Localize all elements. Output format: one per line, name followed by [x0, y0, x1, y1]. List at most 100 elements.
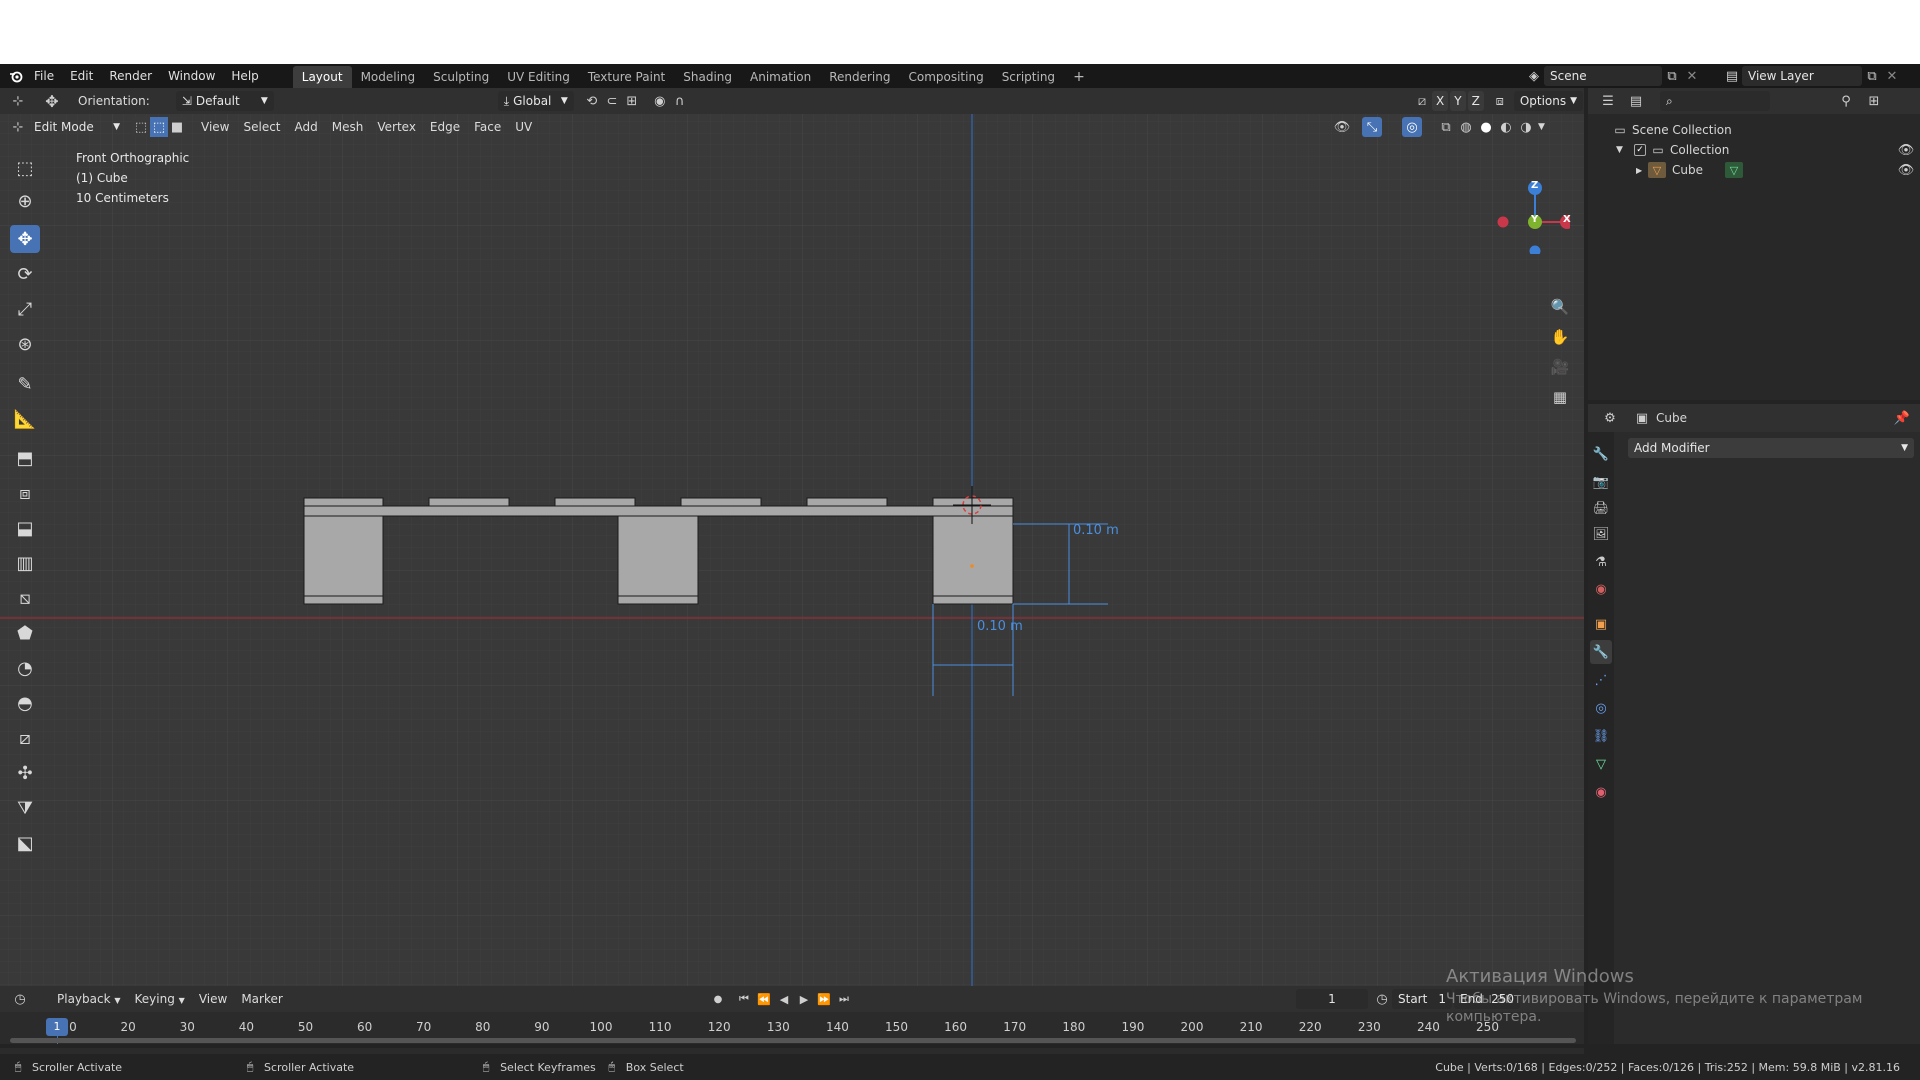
jump-end-icon[interactable]: ⏭ — [834, 989, 854, 1009]
visibility-icon[interactable]: 👁 — [1332, 117, 1352, 137]
menu-render[interactable]: Render — [101, 66, 160, 86]
camera-view-icon[interactable]: 🎥 — [1550, 357, 1570, 377]
smooth-tool-icon[interactable]: ◓ — [10, 689, 40, 717]
jump-start-icon[interactable]: ⏮ — [734, 989, 754, 1009]
outliner-row-cube[interactable]: ▶ ▽ Cube ▽ 👁 — [1636, 160, 1916, 180]
add-modifier-dropdown[interactable]: Add Modifier ▼ — [1628, 438, 1914, 458]
bevel-tool-icon[interactable]: ⬓ — [10, 514, 40, 542]
menu-edge[interactable]: Edge — [423, 117, 467, 137]
falloff-icon[interactable]: ∩ — [670, 91, 690, 111]
outliner-row-scene-collection[interactable]: ▭ Scene Collection — [1612, 120, 1731, 140]
timeline-scrollbar[interactable] — [10, 1038, 1576, 1043]
start-frame-field[interactable]: Start 1 — [1392, 989, 1452, 1009]
measure-tool-icon[interactable]: 📐 — [10, 405, 40, 433]
menu-marker[interactable]: Marker — [234, 989, 289, 1009]
menu-help[interactable]: Help — [223, 66, 266, 86]
tab-sculpting[interactable]: Sculpting — [424, 66, 498, 88]
eye-icon[interactable]: 👁 — [1896, 160, 1916, 180]
move-tool-icon[interactable]: ✥ — [42, 91, 62, 111]
solid-shading-icon[interactable]: ● — [1476, 117, 1496, 137]
tab-compositing[interactable]: Compositing — [899, 66, 992, 88]
tab-uv-editing[interactable]: UV Editing — [498, 66, 579, 88]
select-box-tool-icon[interactable]: ⬚ — [10, 154, 40, 182]
gizmo-neg-z-axis[interactable] — [1529, 245, 1541, 255]
auto-merge-icon[interactable]: ⧈ — [1490, 91, 1510, 111]
menu-window[interactable]: Window — [160, 66, 223, 86]
filter-icon[interactable]: ⚲ — [1836, 91, 1856, 111]
menu-mesh[interactable]: Mesh — [325, 117, 371, 137]
viewport-editor-type-icon[interactable]: ⊹ — [8, 117, 28, 137]
next-keyframe-icon[interactable]: ⏩ — [814, 989, 834, 1009]
face-select-icon[interactable]: ■ — [168, 117, 186, 137]
end-frame-field[interactable]: End 250 — [1454, 989, 1520, 1009]
pin-icon[interactable]: 📌 — [1892, 408, 1912, 428]
new-collection-icon[interactable]: ⊞ — [1864, 91, 1884, 111]
vertex-select-icon[interactable]: ⬚ — [132, 117, 150, 137]
material-shading-icon[interactable]: ◐ — [1496, 117, 1516, 137]
axis-x-toggle[interactable]: X — [1432, 91, 1449, 111]
new-scene-icon[interactable]: ⧉ — [1662, 66, 1682, 86]
tool-settings-tab-icon[interactable]: 🔧 — [1590, 442, 1612, 466]
record-icon[interactable]: ● — [708, 989, 728, 1009]
play-reverse-icon[interactable]: ◀ — [774, 989, 794, 1009]
axis-y-toggle[interactable]: Y — [1450, 91, 1466, 111]
physics-tab-icon[interactable]: ◎ — [1590, 696, 1612, 720]
orientation-dropdown[interactable]: ⇲ Default ▼ — [175, 91, 274, 111]
world-tab-icon[interactable]: ◉ — [1590, 577, 1612, 601]
expand-arrow-icon[interactable]: ▶ — [1636, 166, 1646, 175]
delete-view-layer-icon[interactable]: ✕ — [1882, 66, 1902, 86]
xray-toggle-icon[interactable]: ⧉ — [1436, 117, 1456, 137]
view-layer-icon[interactable]: ▤ — [1722, 66, 1742, 86]
rendered-shading-icon[interactable]: ◑ — [1516, 117, 1536, 137]
options-dropdown[interactable]: Options ▼ — [1513, 91, 1584, 111]
transform-tool-icon[interactable]: ⊛ — [10, 330, 40, 358]
navigation-gizmo[interactable]: Z X Y — [1480, 144, 1571, 255]
tab-layout[interactable]: Layout — [292, 66, 352, 88]
toggle-ortho-grid-icon[interactable]: ▦ — [1550, 387, 1570, 407]
rotate-tool-icon[interactable]: ⟳ — [10, 260, 40, 288]
tab-shading[interactable]: Shading — [674, 66, 741, 88]
tab-modeling[interactable]: Modeling — [352, 66, 425, 88]
menu-face[interactable]: Face — [467, 117, 508, 137]
scene-icon[interactable]: ◈ — [1524, 66, 1544, 86]
gizmo-toggle-icon[interactable]: ⤡ — [1362, 117, 1382, 137]
tab-rendering[interactable]: Rendering — [820, 66, 899, 88]
material-tab-icon[interactable]: ◉ — [1590, 780, 1612, 804]
outliner-search-input[interactable]: ⌕ — [1660, 91, 1770, 111]
move-tool-icon[interactable]: ✥ — [10, 225, 40, 253]
menu-select[interactable]: Select — [236, 117, 287, 137]
poly-build-tool-icon[interactable]: ⬟ — [10, 619, 40, 647]
playhead[interactable]: 1 — [46, 1018, 68, 1036]
snap-icon[interactable]: ⊂ — [602, 91, 622, 111]
checkbox-icon[interactable]: ✓ — [1634, 144, 1646, 156]
properties-editor-type-icon[interactable]: ⚙ — [1600, 408, 1620, 428]
inset-tool-icon[interactable]: ⧈ — [10, 479, 40, 507]
menu-file[interactable]: File — [26, 66, 62, 86]
current-frame-field[interactable]: 1 — [1296, 989, 1368, 1009]
menu-vertex[interactable]: Vertex — [370, 117, 423, 137]
tab-animation[interactable]: Animation — [741, 66, 820, 88]
wireframe-shading-icon[interactable]: ◍ — [1456, 117, 1476, 137]
gizmo-neg-x-axis[interactable] — [1497, 216, 1509, 228]
pan-hand-icon[interactable]: ✋ — [1550, 327, 1570, 347]
menu-playback[interactable]: Playback ▼ — [50, 989, 128, 1009]
shrink-fatten-tool-icon[interactable]: ✣ — [10, 759, 40, 787]
object-tab-icon[interactable]: ▣ — [1590, 612, 1612, 636]
modifier-tab-icon[interactable]: 🔧 — [1590, 640, 1612, 664]
proportional-editing-icon[interactable]: ◉ — [650, 91, 670, 111]
editor-type-icon[interactable]: ⊹ — [8, 91, 28, 111]
render-tab-icon[interactable]: 📷 — [1590, 470, 1612, 494]
mesh-data-icon[interactable]: ▽ — [1724, 162, 1743, 178]
overlay-toggle-icon[interactable]: ◎ — [1402, 117, 1422, 137]
scale-tool-icon[interactable]: ⤢ — [10, 295, 40, 323]
axis-z-toggle[interactable]: Z — [1467, 91, 1484, 111]
cursor-tool-icon[interactable]: ⊕ — [10, 187, 40, 215]
snap-target-icon[interactable]: ⊞ — [622, 91, 642, 111]
mode-dropdown[interactable]: Edit Mode ▼ — [28, 117, 126, 137]
display-mode-icon[interactable]: ▤ — [1626, 91, 1646, 111]
menu-keying[interactable]: Keying ▼ — [128, 989, 192, 1009]
expand-arrow-icon[interactable]: ▼ — [1616, 145, 1628, 155]
extrude-tool-icon[interactable]: ⬒ — [10, 444, 40, 472]
view-layer-name-field[interactable]: View Layer — [1742, 66, 1862, 86]
edge-select-icon[interactable]: ⬚ — [150, 117, 168, 137]
